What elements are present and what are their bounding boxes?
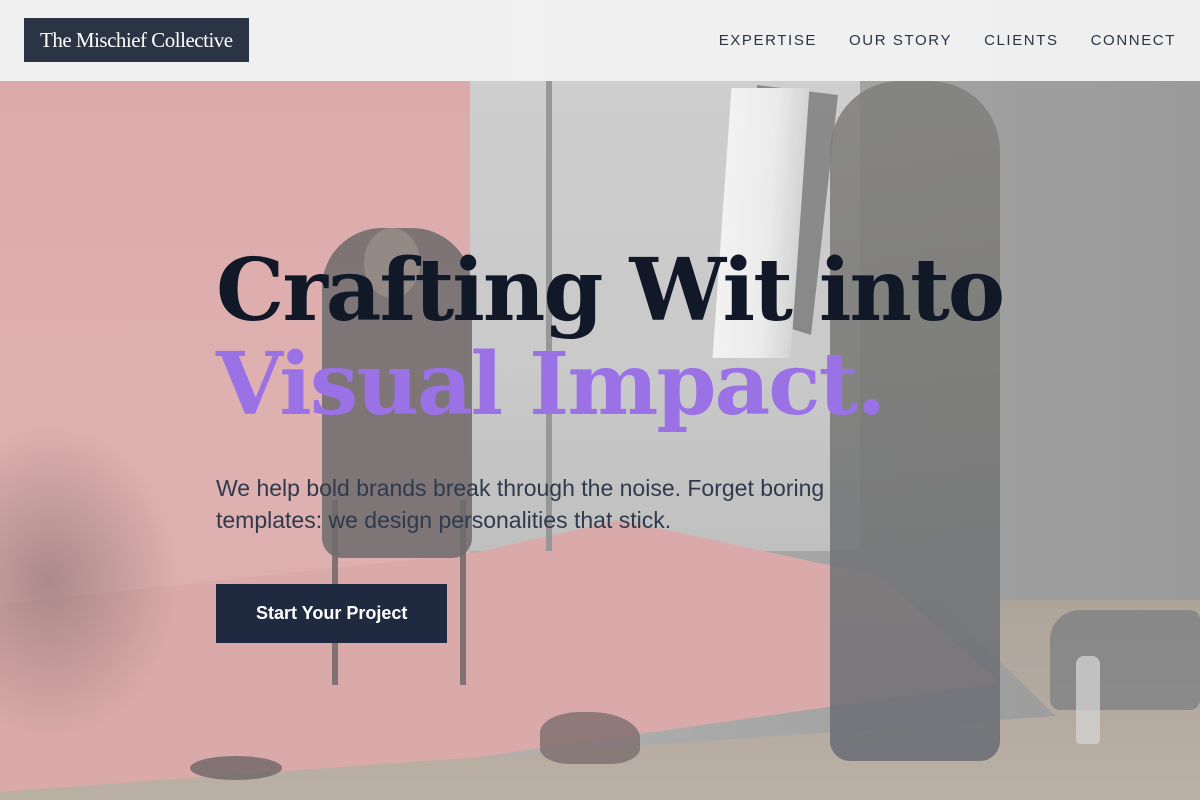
- logo[interactable]: The Mischief Collective: [24, 18, 249, 62]
- landing-page: The Mischief Collective EXPERTISE OUR ST…: [0, 0, 1200, 800]
- start-project-button[interactable]: Start Your Project: [216, 584, 448, 643]
- nav-link-expertise[interactable]: EXPERTISE: [719, 32, 817, 49]
- headline-line-1: Crafting Wit into: [216, 240, 1005, 341]
- nav-link-our-story[interactable]: OUR STORY: [849, 32, 952, 49]
- nav-link-connect[interactable]: CONNECT: [1091, 32, 1176, 49]
- hero-subtitle: We help bold brands break through the no…: [216, 475, 825, 533]
- nav-link-clients[interactable]: CLIENTS: [984, 32, 1059, 49]
- hero-headline: Crafting Wit into Visual Impact.: [216, 244, 1096, 432]
- site-header: The Mischief Collective EXPERTISE OUR ST…: [0, 0, 1200, 81]
- headline-line-2: Visual Impact.: [216, 334, 886, 435]
- main-nav: EXPERTISE OUR STORY CLIENTS CONNECT: [719, 0, 1176, 81]
- hero-content: Crafting Wit into Visual Impact. We help…: [216, 244, 1096, 643]
